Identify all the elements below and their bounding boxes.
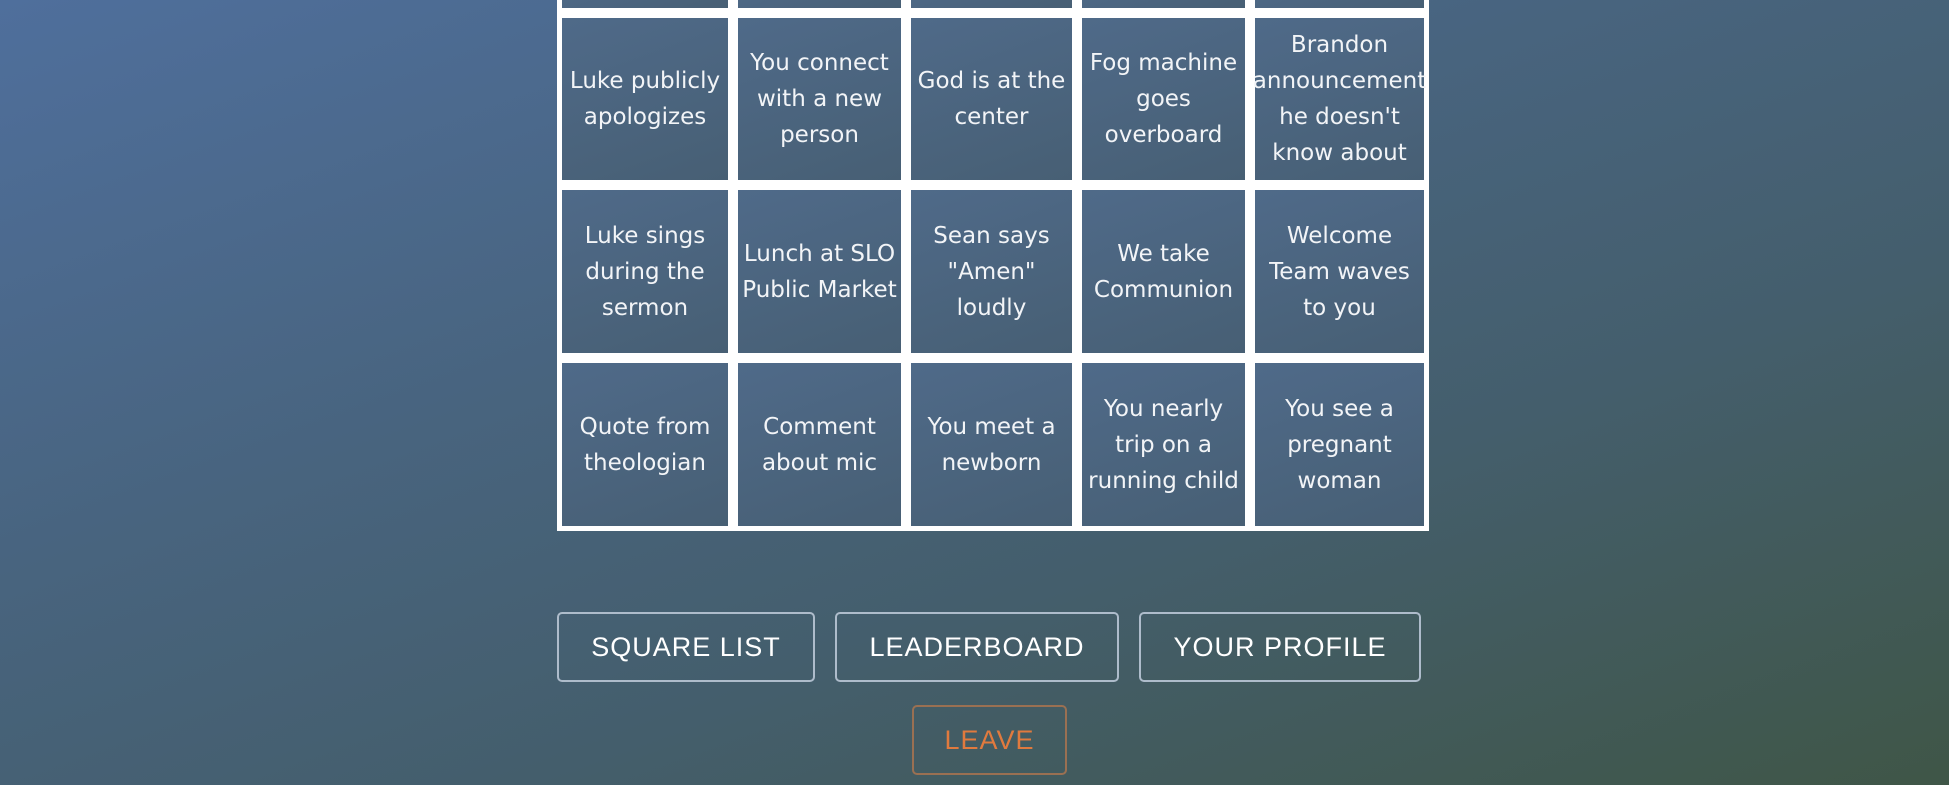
bingo-square[interactable]: God is at the center <box>911 18 1072 180</box>
bingo-square[interactable] <box>562 0 728 8</box>
bingo-square[interactable]: Luke publicly apologizes <box>562 18 728 180</box>
bingo-square[interactable]: We take Communion <box>1082 190 1245 353</box>
square-list-button[interactable]: SQUARE LIST <box>557 612 815 682</box>
bingo-square[interactable]: You see a pregnant woman <box>1255 363 1424 526</box>
your-profile-button[interactable]: YOUR PROFILE <box>1139 612 1421 682</box>
bingo-square[interactable]: Lunch at SLO Public Market <box>738 190 901 353</box>
leaderboard-button[interactable]: LEADERBOARD <box>835 612 1119 682</box>
bingo-square[interactable]: Quote from theologian <box>562 363 728 526</box>
bingo-square[interactable]: Sean says "Amen" loudly <box>911 190 1072 353</box>
bingo-board: Luke publicly apologizes You connect wit… <box>557 0 1429 531</box>
bingo-square[interactable] <box>738 0 901 8</box>
leave-button[interactable]: LEAVE <box>912 705 1067 775</box>
bingo-square[interactable] <box>911 0 1072 8</box>
bingo-square[interactable]: Comment about mic <box>738 363 901 526</box>
bingo-square[interactable]: Fog machine goes overboard <box>1082 18 1245 180</box>
bingo-square[interactable]: Brandon announcement he doesn't know abo… <box>1253 18 1426 180</box>
bingo-square[interactable]: Luke sings during the sermon <box>562 190 728 353</box>
bingo-square[interactable]: Welcome Team waves to you <box>1255 190 1424 353</box>
bingo-square[interactable]: You meet a newborn <box>911 363 1072 526</box>
bingo-square[interactable]: You nearly trip on a running child <box>1082 363 1245 526</box>
bingo-square[interactable] <box>1255 0 1424 8</box>
bingo-square[interactable]: You connect with a new person <box>738 18 901 180</box>
bingo-square[interactable] <box>1082 0 1245 8</box>
